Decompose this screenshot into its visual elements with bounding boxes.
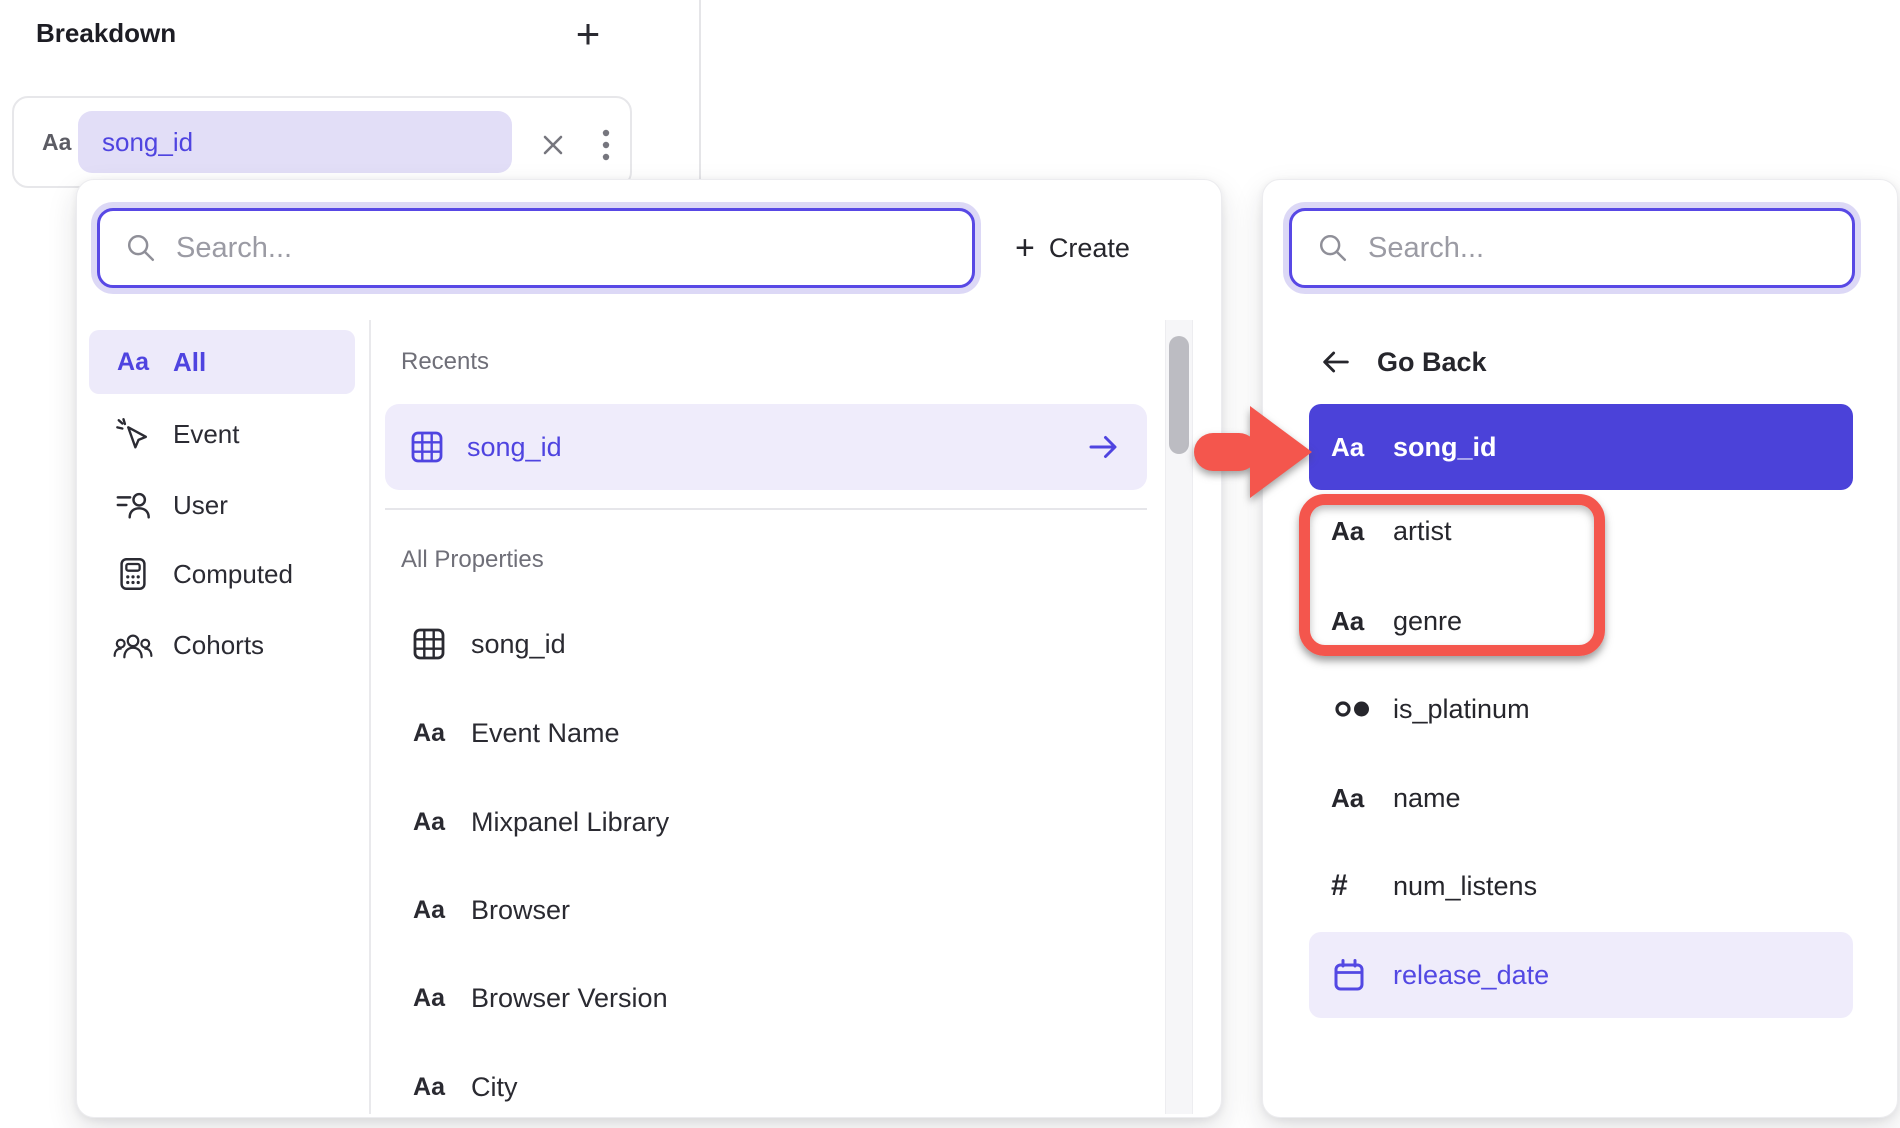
text-type-icon: Aa	[409, 719, 449, 748]
property-search-input[interactable]	[176, 232, 972, 265]
section-divider	[385, 508, 1147, 510]
property-row-event-name[interactable]: Aa Event Name	[385, 700, 1147, 766]
table-grid-icon	[409, 429, 445, 465]
breakdown-chip-card: Aa song_id	[12, 96, 632, 188]
text-type-icon: Aa	[409, 1073, 449, 1102]
text-type-icon: Aa	[42, 98, 71, 186]
text-type-icon: Aa	[409, 896, 449, 925]
calculator-icon	[113, 555, 153, 593]
plus-icon: +	[1015, 231, 1035, 265]
text-type-icon: Aa	[1331, 432, 1375, 463]
scrollbar-thumb[interactable]	[1169, 336, 1189, 454]
property-row-song-id[interactable]: song_id	[385, 611, 1147, 677]
category-tab-cohorts[interactable]: Cohorts	[89, 613, 355, 677]
recents-heading: Recents	[401, 348, 489, 376]
calendar-icon	[1331, 957, 1375, 993]
property-detail-panel: Go Back Aa song_id Aa artist Aa genre is…	[1262, 179, 1898, 1118]
property-row-mixpanel-library[interactable]: Aa Mixpanel Library	[385, 789, 1147, 855]
all-properties-heading: All Properties	[401, 546, 544, 574]
screen: Breakdown + Aa song_id + Create Aa All	[0, 0, 1900, 1128]
drill-in-arrow-icon[interactable]	[1085, 429, 1121, 465]
text-type-icon: Aa	[113, 348, 153, 377]
chip-label: song_id	[102, 127, 193, 158]
column-divider	[699, 0, 701, 183]
close-icon	[539, 131, 567, 159]
text-type-icon: Aa	[1331, 783, 1375, 814]
detail-row-genre[interactable]: Aa genre	[1309, 578, 1853, 664]
category-tab-event[interactable]: Event	[89, 402, 355, 466]
text-type-icon: Aa	[409, 808, 449, 837]
remove-chip-button[interactable]	[530, 122, 576, 168]
plus-icon: +	[576, 10, 601, 58]
category-tab-computed[interactable]: Computed	[89, 542, 355, 606]
detail-row-num-listens[interactable]: # num_listens	[1309, 843, 1853, 929]
add-breakdown-button[interactable]: +	[562, 8, 614, 60]
create-property-button[interactable]: + Create	[1015, 216, 1130, 280]
event-cursor-icon	[113, 415, 153, 453]
arrow-left-icon	[1319, 345, 1353, 379]
search-icon	[1316, 231, 1350, 265]
detail-row-is-platinum[interactable]: is_platinum	[1309, 666, 1853, 752]
scrollbar-track[interactable]	[1165, 320, 1193, 1114]
property-row-city[interactable]: Aa City	[385, 1054, 1147, 1120]
detail-search-input[interactable]	[1368, 232, 1852, 265]
recent-item-song-id[interactable]: song_id	[385, 404, 1147, 490]
property-row-browser-version[interactable]: Aa Browser Version	[385, 965, 1147, 1031]
chip-options-button[interactable]	[584, 122, 628, 168]
text-type-icon: Aa	[409, 984, 449, 1013]
detail-row-name[interactable]: Aa name	[1309, 755, 1853, 841]
search-icon	[124, 231, 158, 265]
property-row-browser[interactable]: Aa Browser	[385, 877, 1147, 943]
category-list-divider	[369, 320, 371, 1114]
boolean-type-icon	[1331, 694, 1375, 724]
breakdown-section-title: Breakdown	[36, 18, 176, 49]
user-list-icon	[113, 486, 153, 524]
cohorts-people-icon	[113, 626, 153, 664]
detail-search-box	[1289, 208, 1855, 288]
text-type-icon: Aa	[1331, 606, 1375, 637]
breakdown-property-chip[interactable]: song_id	[78, 111, 512, 173]
go-back-button[interactable]: Go Back	[1319, 332, 1487, 392]
detail-row-song-id-selected[interactable]: Aa song_id	[1309, 404, 1853, 490]
property-search-box	[97, 208, 975, 288]
text-type-icon: Aa	[1331, 516, 1375, 547]
detail-row-release-date[interactable]: release_date	[1309, 932, 1853, 1018]
kebab-menu-icon	[602, 128, 610, 162]
number-type-icon: #	[1331, 869, 1375, 903]
table-grid-icon	[409, 626, 449, 662]
category-tab-user[interactable]: User	[89, 473, 355, 537]
category-tab-all[interactable]: Aa All	[89, 330, 355, 394]
detail-row-artist[interactable]: Aa artist	[1309, 488, 1853, 574]
property-picker-panel: + Create Aa All Event User Computed	[76, 179, 1222, 1118]
